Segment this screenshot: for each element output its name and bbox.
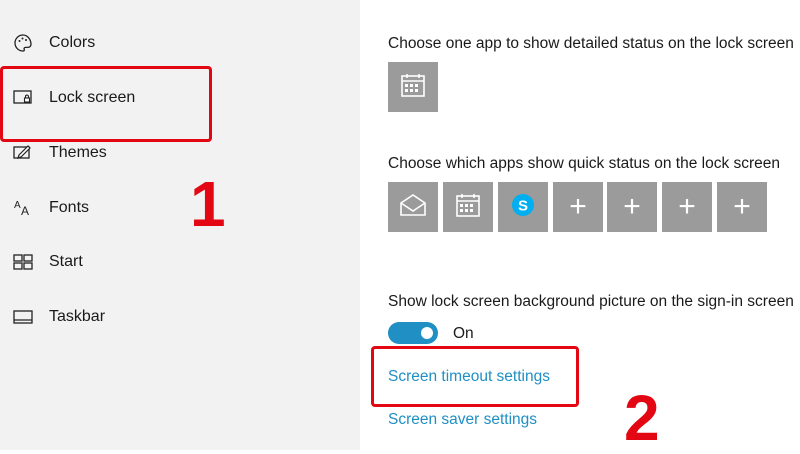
toggle-knob (421, 327, 433, 339)
calendar-icon (400, 72, 426, 103)
quick-status-calendar-button[interactable] (443, 182, 493, 232)
sidebar-item-colors[interactable]: Colors (0, 16, 360, 70)
skype-icon-letter: S (518, 197, 528, 214)
screen-saver-settings-link[interactable]: Screen saver settings (388, 411, 537, 429)
sidebar-item-label: Fonts (49, 199, 90, 216)
annotation-number-1: 1 (190, 168, 226, 240)
sidebar-item-label: Taskbar (49, 308, 106, 325)
quick-status-add-app-button[interactable]: + (717, 182, 767, 232)
add-icon: + (733, 190, 751, 223)
calendar-icon (455, 192, 481, 223)
quick-status-heading: Choose which apps show quick status on t… (388, 155, 781, 172)
themes-icon (12, 142, 34, 164)
toggle-state-label: On (453, 325, 474, 342)
sidebar-item-label: Themes (49, 144, 107, 161)
add-icon: + (623, 190, 641, 223)
fonts-icon: AA (12, 197, 34, 219)
svg-text:A: A (21, 204, 29, 217)
highlight-box-screen-timeout (371, 346, 579, 407)
start-icon (12, 251, 34, 273)
svg-text:A: A (14, 200, 21, 211)
mail-icon (399, 193, 427, 222)
detailed-status-app-button[interactable] (388, 62, 438, 112)
add-icon: + (569, 190, 587, 223)
taskbar-icon (12, 306, 34, 328)
background-picture-toggle[interactable] (388, 322, 438, 344)
quick-status-add-app-button[interactable]: + (662, 182, 712, 232)
quick-status-add-app-button[interactable]: + (607, 182, 657, 232)
background-picture-heading: Show lock screen background picture on t… (388, 293, 794, 310)
annotation-number-2: 2 (624, 382, 660, 454)
quick-status-mail-button[interactable] (388, 182, 438, 232)
sidebar-item-start[interactable]: Start (0, 235, 360, 289)
sidebar-item-fonts[interactable]: AA Fonts (0, 181, 360, 235)
skype-icon: S (510, 192, 536, 223)
quick-status-skype-button[interactable]: S (498, 182, 548, 232)
detailed-status-heading: Choose one app to show detailed status o… (388, 35, 794, 52)
palette-icon (12, 32, 34, 54)
highlight-box-lock-screen (0, 66, 212, 142)
add-icon: + (678, 190, 696, 223)
sidebar-item-taskbar[interactable]: Taskbar (0, 290, 360, 344)
sidebar-item-label: Colors (49, 34, 96, 51)
quick-status-add-app-button[interactable]: + (553, 182, 603, 232)
sidebar-item-label: Start (49, 253, 83, 270)
